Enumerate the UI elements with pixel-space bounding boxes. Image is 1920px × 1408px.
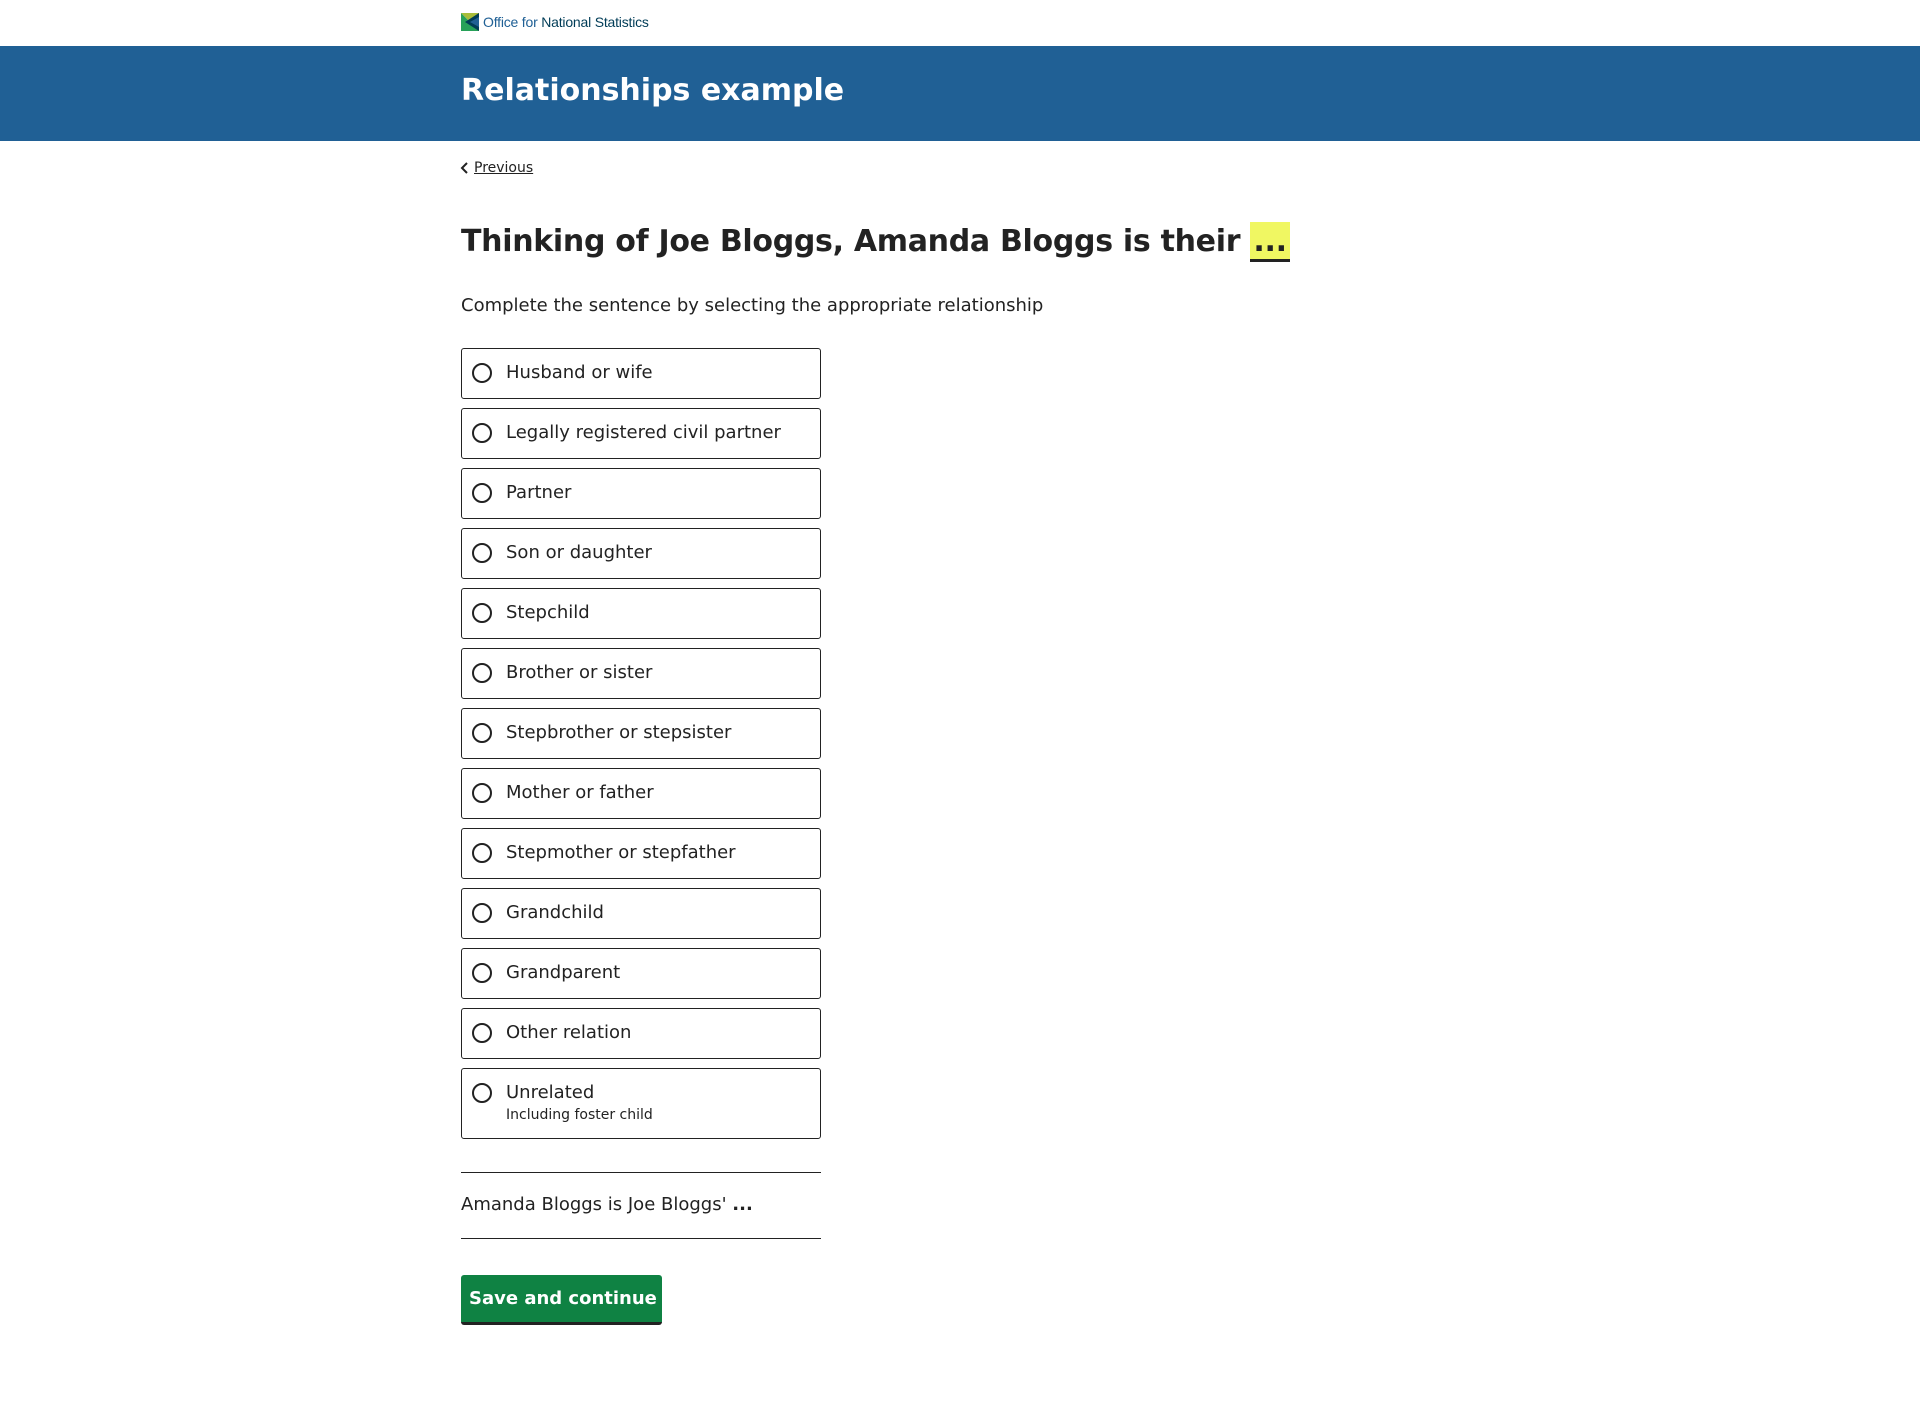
option-label: Grandchild <box>506 902 604 923</box>
previous-label: Previous <box>474 160 534 176</box>
radio-option-stepchild[interactable]: Stepchild <box>461 588 821 639</box>
option-label: Brother or sister <box>506 662 653 683</box>
header-bar: Relationships example <box>0 46 1920 141</box>
question-title: Thinking of Joe Bloggs, Amanda Bloggs is… <box>461 222 1290 262</box>
previous-link[interactable]: Previous <box>460 160 533 176</box>
relationship-playback: Amanda Bloggs is Joe Bloggs' ... <box>461 1172 821 1239</box>
option-label: Husband or wife <box>506 362 653 383</box>
ons-logo-icon <box>461 13 479 31</box>
option-label: Mother or father <box>506 782 654 803</box>
radio-button[interactable] <box>472 963 492 983</box>
option-label: Legally registered civil partner <box>506 422 781 443</box>
radio-button[interactable] <box>472 483 492 503</box>
save-and-continue-button[interactable]: Save and continue <box>461 1275 662 1325</box>
option-label: Son or daughter <box>506 542 652 563</box>
radio-option-other-relation[interactable]: Other relation <box>461 1008 821 1059</box>
page-header-title: Relationships example <box>461 73 845 108</box>
option-label: Stepbrother or stepsister <box>506 722 732 743</box>
radio-option-unrelated[interactable]: Unrelated Including foster child <box>461 1068 821 1139</box>
radio-button[interactable] <box>472 783 492 803</box>
radio-button[interactable] <box>472 363 492 383</box>
question-hint: Complete the sentence by selecting the a… <box>461 295 1044 316</box>
radio-option-grandchild[interactable]: Grandchild <box>461 888 821 939</box>
relationship-options: Husband or wife Legally registered civil… <box>461 348 821 1148</box>
option-label: Other relation <box>506 1022 632 1043</box>
radio-button[interactable] <box>472 1083 492 1103</box>
playback-text: Amanda Bloggs is Joe Bloggs' <box>461 1194 727 1215</box>
chevron-left-icon <box>460 162 468 174</box>
radio-button[interactable] <box>472 663 492 683</box>
radio-option-mother-or-father[interactable]: Mother or father <box>461 768 821 819</box>
radio-button[interactable] <box>472 903 492 923</box>
radio-option-stepmother-or-stepfather[interactable]: Stepmother or stepfather <box>461 828 821 879</box>
option-label: Stepchild <box>506 602 590 623</box>
radio-option-husband-or-wife[interactable]: Husband or wife <box>461 348 821 399</box>
option-description: Including foster child <box>506 1107 653 1123</box>
radio-button[interactable] <box>472 843 492 863</box>
masthead: Office for National Statistics <box>0 0 1920 46</box>
radio-option-brother-or-sister[interactable]: Brother or sister <box>461 648 821 699</box>
question-text: Thinking of Joe Bloggs, Amanda Bloggs is… <box>461 224 1241 259</box>
radio-button[interactable] <box>472 603 492 623</box>
radio-option-stepbrother-or-stepsister[interactable]: Stepbrother or stepsister <box>461 708 821 759</box>
radio-button[interactable] <box>472 723 492 743</box>
radio-button[interactable] <box>472 543 492 563</box>
playback-ellipsis: ... <box>732 1194 753 1215</box>
question-placeholder: ... <box>1250 222 1290 262</box>
option-label: Partner <box>506 482 572 503</box>
radio-button[interactable] <box>472 423 492 443</box>
ons-logo-text: Office for National Statistics <box>483 14 649 30</box>
option-label: Grandparent <box>506 962 621 983</box>
ons-logo[interactable]: Office for National Statistics <box>461 13 649 31</box>
option-label: Stepmother or stepfather <box>506 842 736 863</box>
radio-option-grandparent[interactable]: Grandparent <box>461 948 821 999</box>
radio-button[interactable] <box>472 1023 492 1043</box>
radio-option-son-or-daughter[interactable]: Son or daughter <box>461 528 821 579</box>
option-label: Unrelated <box>506 1082 595 1103</box>
radio-option-partner[interactable]: Partner <box>461 468 821 519</box>
radio-option-civil-partner[interactable]: Legally registered civil partner <box>461 408 821 459</box>
